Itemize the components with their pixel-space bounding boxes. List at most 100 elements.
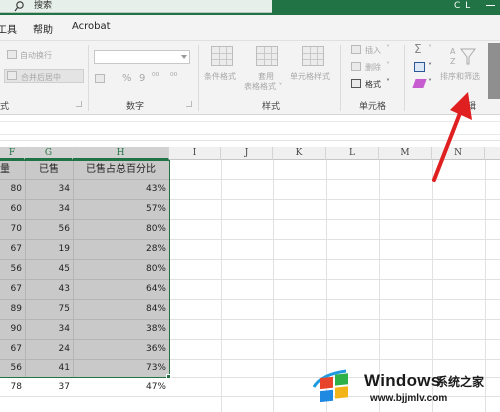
cell-header-g[interactable]: 已售 (25, 160, 73, 179)
table-cell[interactable]: 67 (0, 280, 25, 299)
fill-icon[interactable] (414, 62, 425, 72)
menu-acrobat[interactable]: Acrobat (72, 21, 111, 32)
annotation-arrow-icon (432, 92, 472, 182)
table-cell[interactable]: 90 (0, 320, 25, 339)
wrap-text-button[interactable]: 自动换行 (20, 50, 52, 61)
table-cell[interactable]: 56 (0, 260, 25, 279)
table-cell[interactable]: 60 (0, 200, 25, 219)
table-cell[interactable]: 75 (25, 300, 73, 319)
table-cell[interactable]: 47% (73, 378, 169, 397)
table-format-icon (256, 46, 278, 66)
table-cell[interactable]: 80 (0, 180, 25, 199)
menu-help[interactable]: 帮助 (33, 21, 53, 36)
format-cells-button[interactable]: 格式 (365, 79, 381, 90)
format-cells-icon (351, 79, 361, 88)
accounting-format-icon[interactable] (95, 74, 105, 83)
table-cell[interactable]: 34 (25, 200, 73, 219)
conditional-format-button[interactable]: 条件格式 (204, 71, 236, 82)
search-box[interactable]: 搜索 (0, 0, 272, 13)
table-cell[interactable]: 89 (0, 300, 25, 319)
table-cell[interactable]: 24 (25, 340, 73, 359)
cell-header-h[interactable]: 已售占总百分比 (73, 160, 169, 179)
watermark: Windows 系统之家 www.bjjmlv.com (308, 355, 500, 412)
wrap-text-icon (7, 50, 17, 59)
title-bar: 搜索 C L (0, 0, 500, 15)
table-cell[interactable]: 78 (0, 378, 25, 397)
svg-text:Z: Z (450, 57, 456, 66)
grid-line (273, 160, 274, 412)
table-cell[interactable]: 67 (0, 340, 25, 359)
percent-style-button[interactable]: % (122, 73, 132, 84)
minimize-icon[interactable] (486, 5, 495, 6)
column-header-g[interactable]: G (25, 147, 73, 160)
chevron-down-icon[interactable]: ˅ (386, 61, 390, 70)
ribbon-separator (198, 45, 199, 111)
table-cell[interactable]: 64% (73, 280, 169, 299)
chevron-down-icon[interactable]: ˅ (386, 44, 390, 53)
user-initials[interactable]: C L (454, 0, 471, 12)
table-cell[interactable]: 43 (25, 280, 73, 299)
cell-styles-icon (302, 46, 324, 66)
column-header-l[interactable]: L (326, 147, 379, 160)
table-cell[interactable]: 67 (0, 240, 25, 259)
table-cell[interactable]: 38% (73, 320, 169, 339)
merge-center-button[interactable]: 合并后居中 (4, 69, 84, 83)
table-cell[interactable]: 84% (73, 300, 169, 319)
alignment-launcher-icon[interactable] (76, 101, 82, 107)
ribbon-separator (340, 45, 341, 111)
chevron-down-icon[interactable]: ˅ (386, 78, 390, 87)
insert-cells-icon (351, 45, 361, 54)
merge-center-label: 合并后居中 (21, 73, 61, 82)
delete-cells-button[interactable]: 删除 (365, 62, 381, 73)
number-format-select[interactable] (94, 50, 190, 64)
table-cell[interactable]: 43% (73, 180, 169, 199)
conditional-format-icon (211, 46, 233, 66)
alignment-group-label: 式 (0, 102, 10, 112)
table-cell[interactable]: 57% (73, 200, 169, 219)
table-cell[interactable]: 45 (25, 260, 73, 279)
autosum-icon[interactable]: Σ (414, 42, 422, 56)
cell-styles-button[interactable]: 单元格样式 (290, 71, 330, 82)
insert-cells-button[interactable]: 插入 (365, 45, 381, 56)
table-cell[interactable]: 73% (73, 359, 169, 378)
increase-decimal-icon[interactable]: ⁰⁰ (152, 72, 159, 82)
excel-window: 搜索 C L 工具 帮助 Acrobat 自动换行 合并后居中 式 % 9 ⁰⁰… (0, 0, 500, 412)
table-cell[interactable]: 34 (25, 320, 73, 339)
search-label: 搜索 (34, 1, 53, 11)
chevron-down-icon (181, 55, 187, 59)
decrease-decimal-icon[interactable]: ⁰⁰ (170, 72, 177, 82)
column-header-k[interactable]: K (273, 147, 326, 160)
column-header-j[interactable]: J (221, 147, 273, 160)
table-format-label-2[interactable]: 表格格式 ˅ (244, 81, 283, 92)
menu-tools[interactable]: 工具 (0, 21, 17, 36)
table-cell[interactable]: 37 (25, 378, 73, 397)
number-launcher-icon[interactable] (186, 101, 192, 107)
comma-style-button[interactable]: 9 (139, 73, 145, 84)
table-cell[interactable]: 80% (73, 260, 169, 279)
column-header-f[interactable]: F (0, 147, 25, 160)
search-icon (14, 1, 24, 12)
table-cell[interactable]: 36% (73, 340, 169, 359)
sort-filter-icon: A Z (450, 47, 476, 66)
watermark-url: www.bjjmlv.com (370, 393, 448, 404)
table-cell[interactable]: 56 (0, 359, 25, 378)
chevron-down-icon[interactable]: ˅ (428, 62, 432, 71)
column-header-i[interactable]: I (169, 147, 221, 160)
table-cell[interactable]: 70 (0, 220, 25, 239)
table-cell[interactable]: 34 (25, 180, 73, 199)
watermark-brand: Windows (364, 371, 441, 390)
delete-cells-icon (351, 62, 361, 71)
table-cell[interactable]: 56 (25, 220, 73, 239)
column-header-h[interactable]: H (73, 147, 169, 160)
cell-header-f[interactable]: 量 (0, 160, 25, 179)
table-cell[interactable]: 41 (25, 359, 73, 378)
ribbon-side-button[interactable] (488, 43, 500, 99)
table-cell[interactable]: 19 (25, 240, 73, 259)
table-cell[interactable]: 80% (73, 220, 169, 239)
menu-bar: 工具 帮助 Acrobat (0, 15, 500, 41)
table-cell[interactable]: 28% (73, 240, 169, 259)
chevron-down-icon[interactable]: ˅ (428, 44, 432, 53)
grid-line (221, 160, 222, 412)
svg-text:A: A (450, 47, 456, 56)
merge-cells-icon (7, 71, 17, 80)
